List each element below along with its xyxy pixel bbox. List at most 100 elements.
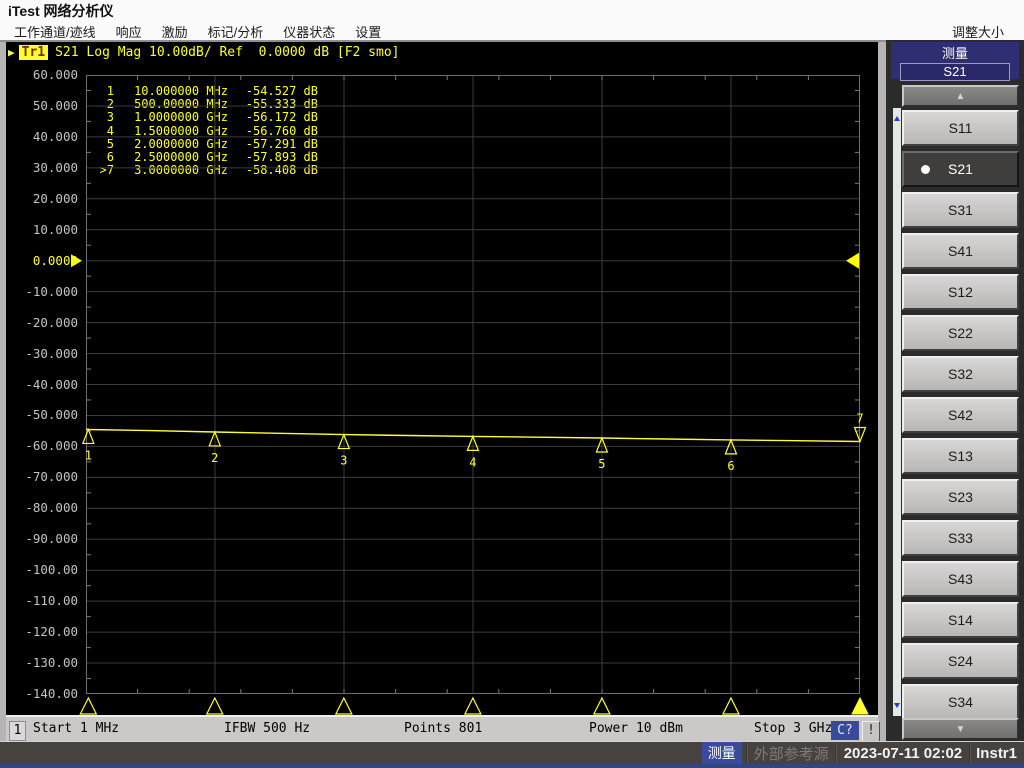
- measure-mode-badge[interactable]: 测量: [702, 742, 742, 764]
- selected-dot-icon: [921, 165, 930, 174]
- softkey-label: S34: [948, 694, 973, 710]
- softkey-label: S12: [948, 284, 973, 300]
- softkey-label: S22: [948, 325, 973, 341]
- warning-badge: !: [862, 721, 880, 742]
- y-axis-label: 50.000: [0, 98, 78, 113]
- trace-format-text: S21 Log Mag 10.00dB/ Ref 0.0000 dB [F2 s…: [55, 45, 399, 60]
- softkey-label: S42: [948, 407, 973, 423]
- softkey-s22[interactable]: S22: [902, 315, 1019, 351]
- softkey-label: S31: [948, 202, 973, 218]
- y-axis-label: -70.000: [0, 469, 78, 484]
- softkey-s13[interactable]: S13: [902, 438, 1019, 474]
- stop-frequency-text[interactable]: Stop 3 GHz: [754, 721, 832, 736]
- softkey-label: S41: [948, 243, 973, 259]
- taskbar-status-group: 测量 外部参考源 2023-07-11 02:02 Instr1: [702, 742, 1022, 764]
- taskbar-divider: [746, 743, 748, 763]
- scroll-up-icon: ▲: [956, 91, 966, 102]
- stimulus-marker: [594, 698, 610, 714]
- stimulus-marker: [723, 698, 739, 714]
- y-axis-label: -80.000: [0, 500, 78, 515]
- instrument-taskbar: 测量 外部参考源 2023-07-11 02:02 Instr1: [0, 741, 1024, 764]
- softkey-header: 测量 S21: [891, 42, 1019, 79]
- y-axis-label: -140.00: [0, 686, 78, 701]
- y-axis-label: -60.000: [0, 438, 78, 453]
- y-axis-label: -10.000: [0, 284, 78, 299]
- softkey-s41[interactable]: S41: [902, 233, 1019, 269]
- y-axis-label: -110.00: [0, 593, 78, 608]
- softkey-s12[interactable]: S12: [902, 274, 1019, 310]
- trace-header: ▶ Tr1 S21 Log Mag 10.00dB/ Ref 0.0000 dB…: [8, 45, 399, 60]
- softkey-s24[interactable]: S24: [902, 643, 1019, 679]
- softkey-label: S13: [948, 448, 973, 464]
- y-axis-label: -20.000: [0, 315, 78, 330]
- softkey-s32[interactable]: S32: [902, 356, 1019, 392]
- taskbar-divider: [969, 743, 971, 763]
- taskbar-divider: [835, 743, 837, 763]
- softkey-s23[interactable]: S23: [902, 479, 1019, 515]
- stimulus-marker: [465, 698, 481, 714]
- external-reference-label: 外部参考源: [754, 743, 829, 764]
- marker-number-label: 3: [340, 454, 347, 468]
- softkey-label: S32: [948, 366, 973, 382]
- marker-number-label: 6: [727, 459, 734, 473]
- softkey-scrollbar[interactable]: [893, 108, 901, 716]
- y-axis-label: 10.000: [0, 222, 78, 237]
- y-axis-label: -90.000: [0, 531, 78, 546]
- softkey-header-value: S21: [900, 63, 1010, 81]
- channel-status-bar: 1 Start 1 MHz IFBW 500 Hz Points 801 Pow…: [6, 715, 878, 743]
- softkey-header-title: 测量: [891, 42, 1019, 62]
- scroll-down-icon: ▼: [956, 724, 966, 735]
- y-axis-label: 20.000: [0, 191, 78, 206]
- softkey-scroll-up-button[interactable]: ▲: [902, 85, 1019, 107]
- active-trace-arrow-icon: ▶: [8, 46, 15, 59]
- softkey-label: S11: [949, 120, 973, 136]
- channel-number-badge: 1: [9, 721, 26, 741]
- softkey-s21[interactable]: S21: [902, 151, 1019, 187]
- marker-number-label: 1: [85, 448, 92, 462]
- marker-number-label: 5: [598, 457, 605, 471]
- y-axis-label: -100.00: [0, 562, 78, 577]
- power-text[interactable]: Power 10 dBm: [589, 721, 683, 736]
- ifbw-text[interactable]: IFBW 500 Hz: [224, 721, 310, 736]
- window-border-top: [0, 40, 886, 42]
- softkey-label: S33: [948, 530, 973, 546]
- y-axis-label: -120.00: [0, 624, 78, 639]
- trace-name-badge[interactable]: Tr1: [19, 45, 48, 60]
- window-border-right: [878, 40, 886, 741]
- instrument-name-label: Instr1: [976, 745, 1017, 762]
- softkey-s31[interactable]: S31: [902, 192, 1019, 228]
- calibration-status-badge: C?: [831, 721, 859, 740]
- softkey-s34[interactable]: S34: [902, 684, 1019, 720]
- title-menu-bar: iTest 网络分析仪 工作通道/迹线响应激励标记/分析仪器状态设置 调整大小: [0, 0, 1024, 40]
- y-axis-label: -30.000: [0, 346, 78, 361]
- stimulus-marker: [207, 698, 223, 714]
- window-title: iTest 网络分析仪: [8, 1, 114, 21]
- y-axis-label: -130.00: [0, 655, 78, 670]
- softkey-label: S23: [948, 489, 973, 505]
- softkey-s43[interactable]: S43: [902, 561, 1019, 597]
- graticule-plot: 1234567: [86, 75, 860, 724]
- y-axis-label: 30.000: [0, 160, 78, 175]
- analyzer-screen: iTest 网络分析仪 工作通道/迹线响应激励标记/分析仪器状态设置 调整大小 …: [0, 0, 1024, 768]
- softkey-label: S14: [948, 612, 973, 628]
- softkey-s14[interactable]: S14: [902, 602, 1019, 638]
- scrollbar-up-icon: [894, 116, 900, 121]
- softkey-scroll-down-button[interactable]: ▼: [902, 718, 1019, 740]
- softkey-s11[interactable]: S11: [902, 110, 1019, 146]
- y-axis-label: 60.000: [0, 67, 78, 82]
- softkey-label: S43: [948, 571, 973, 587]
- taskbar-bottom-accent: [0, 764, 1024, 768]
- softkey-s42[interactable]: S42: [902, 397, 1019, 433]
- datetime-label: 2023-07-11 02:02: [844, 745, 962, 762]
- scrollbar-down-icon: [894, 703, 900, 708]
- marker-number-label: 2: [211, 451, 218, 465]
- stimulus-marker: [336, 698, 352, 714]
- softkey-sidebar: 测量 S21 ▲ S11 S21 S31 S41 S12 S22 S32 S42 S13 S23 S…: [886, 40, 1024, 741]
- points-text[interactable]: Points 801: [404, 721, 482, 736]
- softkey-label: S21: [948, 161, 973, 177]
- marker-number-label: 7: [856, 411, 863, 425]
- softkey-label: S24: [948, 653, 973, 669]
- softkey-s33[interactable]: S33: [902, 520, 1019, 556]
- y-axis-label: -40.000: [0, 377, 78, 392]
- start-frequency-text[interactable]: Start 1 MHz: [33, 721, 119, 736]
